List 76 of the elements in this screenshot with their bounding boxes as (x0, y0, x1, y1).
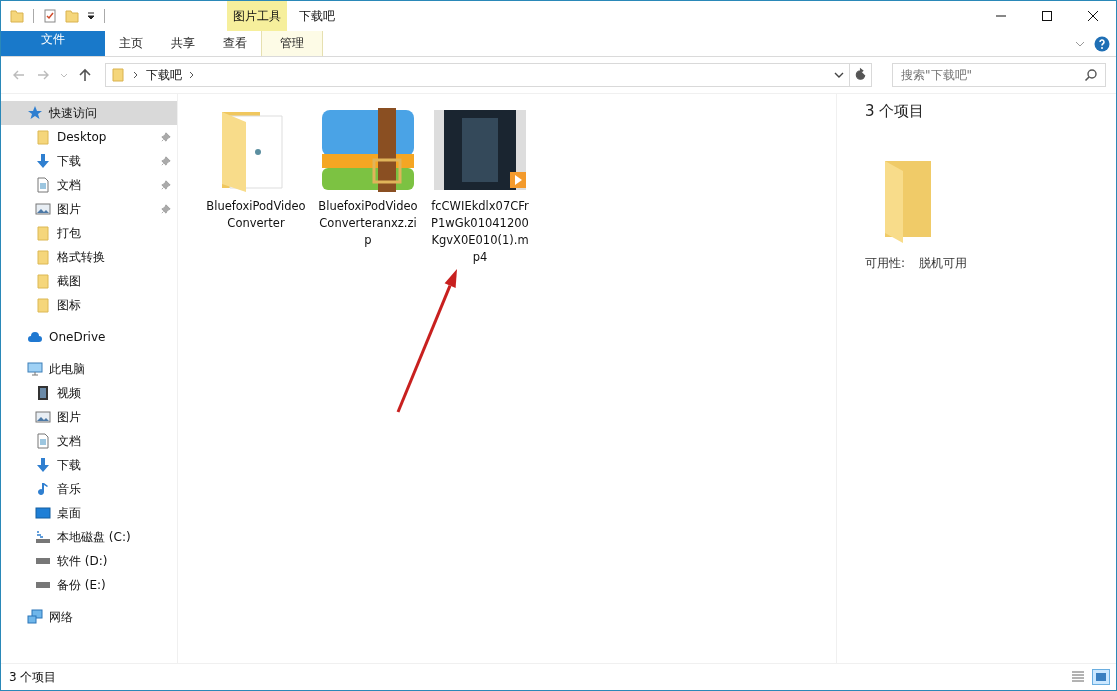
nav-item[interactable]: OneDrive (1, 325, 177, 349)
dropdown-arrow-icon[interactable] (86, 11, 96, 21)
folder-icon (35, 273, 51, 289)
nav-item[interactable]: 下载 (1, 149, 177, 173)
picture-icon (35, 201, 51, 217)
nav-item[interactable]: 截图 (1, 269, 177, 293)
document-icon (35, 433, 51, 449)
drive-icon (35, 558, 51, 564)
drive-icon (35, 582, 51, 588)
cloud-icon (27, 329, 43, 345)
folder-icon (35, 249, 51, 265)
chevron-right-icon (188, 71, 196, 79)
nav-item[interactable]: 此电脑 (1, 357, 177, 381)
file-tab[interactable]: 文件 (1, 31, 105, 56)
search-icon (1084, 68, 1098, 82)
up-arrow-icon[interactable] (77, 67, 93, 83)
file-name: BluefoxiPodVideoConverteranxz.zip (317, 198, 419, 249)
file-name: BluefoxiPodVideoConverter (205, 198, 307, 232)
desktop-icon (35, 505, 51, 521)
folder-icon (35, 297, 51, 313)
nav-item[interactable]: 桌面 (1, 501, 177, 525)
nav-item[interactable]: Desktop (1, 125, 177, 149)
pc-icon (27, 361, 43, 377)
property-label: 可用性: (865, 255, 906, 272)
nav-item[interactable]: 备份 (E:) (1, 573, 177, 597)
folder-icon[interactable] (64, 8, 80, 24)
nav-item[interactable]: 视频 (1, 381, 177, 405)
nav-item[interactable]: 音乐 (1, 477, 177, 501)
nav-item[interactable]: 本地磁盘 (C:) (1, 525, 177, 549)
nav-item[interactable]: 网络 (1, 605, 177, 629)
document-icon (35, 177, 51, 193)
property-value: 脱机可用 (919, 255, 968, 272)
file-item[interactable]: fcCWIEkdlx07CFrP1wGk01041200KgvX0E010(1).mp4 (428, 104, 532, 266)
download-icon (35, 153, 51, 169)
pin-icon[interactable] (161, 204, 171, 214)
context-tab-header: 图片工具 (227, 1, 287, 31)
nav-item[interactable]: 图片 (1, 405, 177, 429)
system-drive-icon (35, 529, 51, 545)
download-icon (35, 457, 51, 473)
folder-icon (110, 67, 126, 83)
file-item[interactable]: BluefoxiPodVideoConverter (204, 104, 308, 266)
network-icon (27, 609, 43, 625)
nav-item[interactable]: 快速访问 (1, 101, 177, 125)
details-view-icon[interactable] (1070, 669, 1086, 685)
pin-icon[interactable] (161, 156, 171, 166)
checklist-icon[interactable] (42, 8, 58, 24)
folder-icon (35, 225, 51, 241)
folder-icon[interactable] (9, 8, 25, 24)
archive-icon (320, 108, 416, 192)
nav-item[interactable]: 下载 (1, 453, 177, 477)
pin-icon[interactable] (161, 180, 171, 190)
picture-icon (35, 409, 51, 425)
nav-item[interactable]: 打包 (1, 221, 177, 245)
nav-item[interactable]: 格式转换 (1, 245, 177, 269)
music-icon (35, 481, 51, 497)
window-title: 下载吧 (299, 7, 335, 25)
address-bar[interactable]: 下载吧 (105, 63, 872, 87)
star-icon (27, 105, 43, 121)
file-name: fcCWIEkdlx07CFrP1wGk01041200KgvX0E010(1).mp4 (430, 198, 530, 266)
help-icon[interactable] (1094, 35, 1110, 52)
search-field[interactable]: 搜索"下载吧" (892, 63, 1106, 87)
nav-item[interactable]: 图片 (1, 197, 177, 221)
nav-item[interactable]: 文档 (1, 173, 177, 197)
nav-item[interactable]: 图标 (1, 293, 177, 317)
large-icons-view-icon[interactable] (1092, 669, 1110, 685)
item-count: 3 个项目 (865, 102, 926, 121)
nav-item[interactable]: 软件 (D:) (1, 549, 177, 573)
video-thumbnail-icon (432, 108, 528, 192)
folder-icon (35, 129, 51, 145)
pin-icon[interactable] (161, 132, 171, 142)
nav-item[interactable]: 文档 (1, 429, 177, 453)
status-text: 3 个项目 (9, 668, 57, 686)
breadcrumb-item[interactable]: 下载吧 (146, 66, 182, 84)
chevron-right-icon (132, 71, 140, 79)
video-icon (35, 385, 51, 401)
file-item[interactable]: BluefoxiPodVideoConverteranxz.zip (316, 104, 420, 266)
